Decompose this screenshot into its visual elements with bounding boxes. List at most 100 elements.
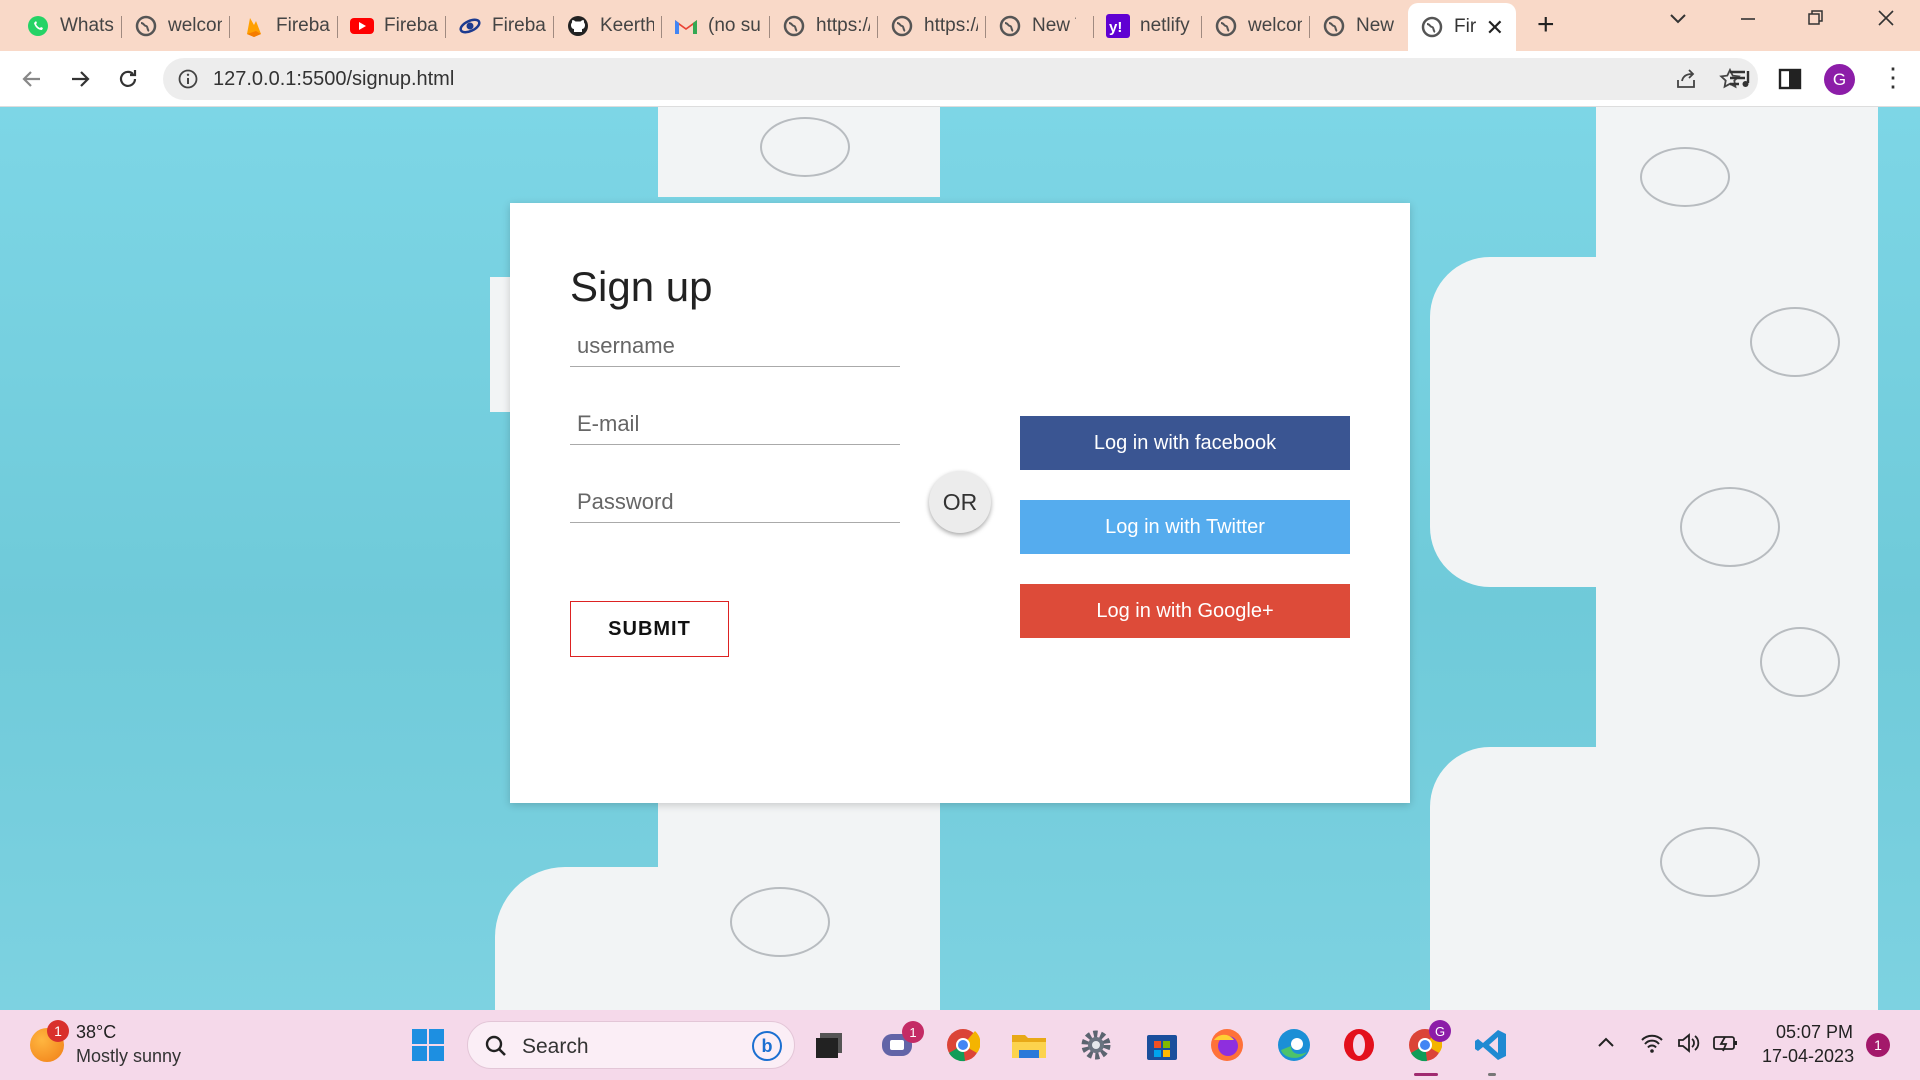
chrome-icon	[947, 1029, 980, 1062]
tab-github[interactable]: Keerthi	[554, 6, 654, 46]
media-queue-icon[interactable]	[1728, 67, 1754, 96]
bing-icon[interactable]: b	[752, 1031, 782, 1061]
chrome-profile-badge: G	[1429, 1020, 1451, 1042]
tab-label: Keerthi	[600, 15, 654, 36]
edge-dev-icon	[458, 14, 482, 38]
minimize-icon[interactable]	[1738, 8, 1758, 34]
tab-welcome-2[interactable]: welcome	[1202, 6, 1302, 46]
globe-icon	[134, 14, 158, 38]
close-tab-icon[interactable]: ✕	[1486, 15, 1504, 41]
weather-condition: Mostly sunny	[76, 1046, 182, 1066]
submit-button[interactable]: SUBMIT	[570, 601, 729, 657]
tab-label: (no subject)	[708, 15, 762, 36]
tab-label: netlify	[1140, 15, 1190, 36]
firefox-button[interactable]	[1208, 1026, 1246, 1064]
puzzle-piece-decoration	[1430, 747, 1600, 1010]
tab-search-chevron-icon[interactable]	[1668, 8, 1688, 34]
puzzle-piece-decoration	[1430, 257, 1600, 587]
svg-text:y!: y!	[1109, 19, 1122, 36]
tab-label: Firebase	[1454, 16, 1476, 37]
twitter-login-button[interactable]: Log in with Twitter	[1020, 500, 1350, 554]
side-panel-icon[interactable]	[1778, 67, 1802, 96]
globe-icon	[782, 14, 806, 38]
taskbar-search[interactable]: Search b	[467, 1021, 795, 1069]
new-tab-button[interactable]: +	[1537, 10, 1555, 40]
clock-date[interactable]: 17-04-2023	[1762, 1046, 1854, 1067]
tab-label: https://	[924, 15, 978, 36]
username-input[interactable]	[570, 325, 900, 367]
github-icon	[566, 14, 590, 38]
tab-gmail[interactable]: (no subject)	[662, 6, 762, 46]
password-input[interactable]	[570, 481, 900, 523]
wifi-icon[interactable]	[1640, 1032, 1664, 1059]
tab-https-1[interactable]: https://	[770, 6, 870, 46]
browser-toolbar: 127.0.0.1:5500/signup.html G ⋮	[0, 51, 1920, 107]
tab-firebase-youtube[interactable]: Firebase	[338, 6, 438, 46]
facebook-login-button[interactable]: Log in with facebook	[1020, 416, 1350, 470]
reload-icon	[119, 70, 137, 87]
share-icon[interactable]	[1674, 67, 1698, 96]
weather-badge: 1	[47, 1020, 69, 1042]
tab-new-2[interactable]: New Tab	[1310, 6, 1398, 46]
close-window-icon[interactable]	[1876, 8, 1896, 34]
tab-welcome[interactable]: welcome	[122, 6, 222, 46]
gmail-icon	[674, 14, 698, 38]
battery-charging-icon[interactable]	[1712, 1032, 1738, 1059]
profile-avatar[interactable]: G	[1824, 64, 1855, 95]
ms-store-button[interactable]	[1143, 1026, 1181, 1064]
task-view-icon	[816, 1033, 842, 1058]
opera-button[interactable]	[1340, 1026, 1378, 1064]
clock-time[interactable]: 05:07 PM	[1776, 1022, 1853, 1043]
tab-https-2[interactable]: https://	[878, 6, 978, 46]
tab-label: New Tab	[1032, 15, 1076, 36]
back-button[interactable]	[16, 63, 48, 95]
file-explorer-button[interactable]	[1010, 1026, 1048, 1064]
menu-kebab-icon[interactable]: ⋮	[1880, 63, 1906, 91]
whatsapp-icon	[26, 14, 50, 38]
tab-label: Firebase	[384, 15, 438, 36]
globe-icon	[1420, 15, 1444, 39]
edge-button[interactable]	[1275, 1026, 1313, 1064]
show-hidden-icons-chevron-icon[interactable]	[1596, 1032, 1616, 1057]
forward-arrow-icon	[72, 71, 90, 87]
settings-button[interactable]	[1077, 1026, 1115, 1064]
signup-card: Sign up SUBMIT OR Log in with facebook L…	[510, 203, 1410, 803]
tab-new-1[interactable]: New Tab	[986, 6, 1076, 46]
start-button[interactable]	[409, 1026, 447, 1064]
url-text[interactable]: 127.0.0.1:5500/signup.html	[213, 68, 454, 91]
tab-netlify[interactable]: y! netlify	[1094, 6, 1194, 46]
puzzle-piece-decoration	[495, 867, 665, 1010]
vscode-button[interactable]	[1472, 1026, 1510, 1064]
tab-label: welcome	[168, 15, 222, 36]
tab-firebase-1[interactable]: Firebase	[230, 6, 330, 46]
task-view-button[interactable]	[810, 1026, 848, 1064]
tab-label: Firebase	[276, 15, 330, 36]
email-input[interactable]	[570, 403, 900, 445]
tab-label: https://	[816, 15, 870, 36]
reload-button[interactable]	[112, 63, 144, 95]
google-login-button[interactable]: Log in with Google+	[1020, 584, 1350, 638]
edge-icon	[1278, 1029, 1310, 1061]
firefox-icon	[1211, 1029, 1243, 1061]
restore-icon[interactable]	[1806, 8, 1826, 34]
site-info-icon[interactable]	[177, 68, 199, 95]
or-divider: OR	[929, 471, 991, 533]
opera-icon	[1344, 1029, 1374, 1061]
temperature: 38°C	[76, 1022, 117, 1042]
windows-logo-icon	[412, 1029, 444, 1061]
tab-label: welcome	[1248, 15, 1302, 36]
tab-firebase-edge[interactable]: Firebase	[446, 6, 546, 46]
address-bar[interactable]: 127.0.0.1:5500/signup.html	[163, 58, 1758, 100]
tab-label: WhatsApp	[60, 15, 114, 36]
tab-firebase-active[interactable]: Firebase ✕	[1408, 3, 1516, 51]
tab-whatsapp[interactable]: WhatsApp	[14, 6, 114, 46]
yahoo-icon: y!	[1106, 14, 1130, 38]
back-arrow-icon	[22, 71, 40, 87]
search-label: Search	[522, 1035, 589, 1058]
globe-icon	[890, 14, 914, 38]
search-icon	[484, 1034, 508, 1063]
notification-badge[interactable]: 1	[1866, 1033, 1890, 1057]
forward-button[interactable]	[64, 63, 96, 95]
chrome-taskbar-button[interactable]	[944, 1026, 982, 1064]
volume-icon[interactable]	[1676, 1032, 1700, 1059]
